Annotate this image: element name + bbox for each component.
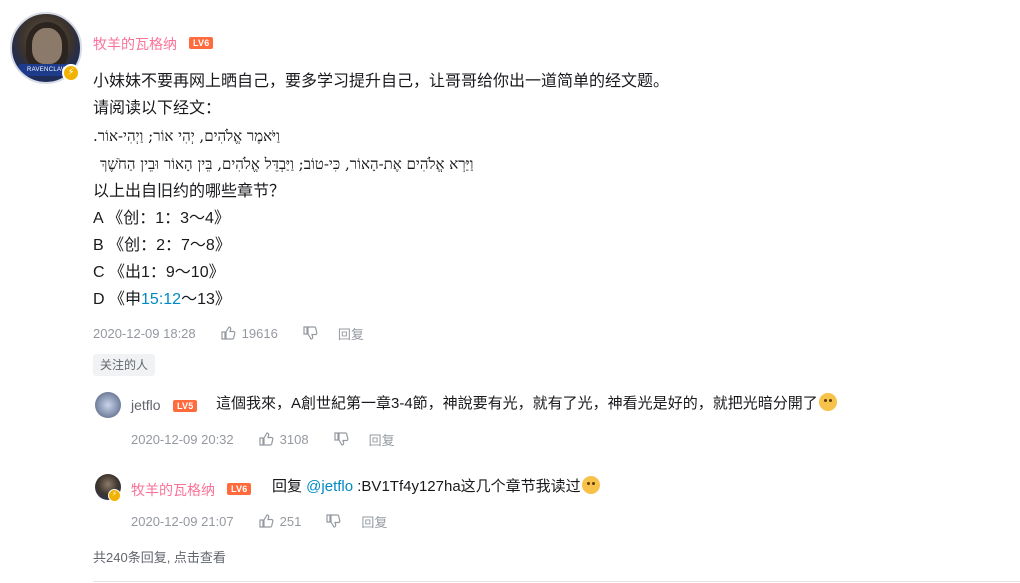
reply-2-time: 2020-12-09 21:07 [131,513,234,529]
main-meta-row: 2020-12-09 18:28 19616 回复 [93,324,364,342]
dislike-icon [303,326,318,340]
reply-2-reply-button[interactable]: 回复 [361,512,387,531]
like-icon [259,514,274,528]
reply-username-jetflo[interactable]: jetflo [131,397,161,413]
like-count: 19616 [241,325,278,341]
reply-1-meta-row: 2020-12-09 20:32 3108 回复 [131,430,395,448]
reply-avatar-jetflo[interactable] [95,392,121,418]
dislike-button[interactable] [302,325,318,341]
reply-1-like-button[interactable]: 3108 [258,431,309,447]
reply-text-2: :BV1Tf4y127ha这几个章节我读过 [353,478,581,495]
reply-2-meta-row: 2020-12-09 21:07 251 回复 [131,512,387,530]
lightning-badge-icon: ⚡ [108,489,121,502]
reply-2-like-button[interactable]: 251 [258,513,302,529]
reply-content-1: 這個我來，A創世紀第一章3-4節，神說要有光，就有了光，神看光是好的，就把光暗分… [216,393,837,415]
comment-question: 以上出自旧约的哪些章节？ [93,183,286,200]
reply-1-dislike-button[interactable] [333,431,349,447]
reply-2-dislike-button[interactable] [325,513,341,529]
reply-1-like-count: 3108 [279,431,309,447]
reply-1-reply-button[interactable]: 回复 [369,430,395,449]
hebrew-verse-1: וַיֹּאמֶר אֱלֹהִים, יְהִי אוֹר; וַיְהִי-… [93,127,280,145]
like-button[interactable]: 19616 [220,325,278,341]
reply-2-like-count: 251 [279,513,302,529]
reply-level-badge: LV6 [227,483,252,495]
option-d-suffix: ～13》 [181,291,231,308]
main-avatar[interactable]: RAVENCLAW ⚡ [10,12,82,84]
like-icon [221,326,236,340]
reply-button[interactable]: 回复 [338,324,364,343]
reply-prefix: 回复 [272,478,307,495]
mention-link[interactable]: @jetflo [306,478,353,495]
view-all-replies-link[interactable]: 共240条回复, 点击查看 [93,547,226,566]
option-d: D 《申15:12～13》 [93,288,231,312]
reply-username-owner[interactable]: 牧羊的瓦格纳 [131,480,215,500]
hebrew-verse-2: וַיַּרְא אֱלֹהִים אֶת-הָאוֹר, כִּי-טוֹב;… [100,155,474,173]
timestamp-link[interactable]: 15:12 [141,291,181,308]
comment-line-2: 请阅读以下经文： [93,100,222,117]
lightning-badge-icon: ⚡ [62,64,80,82]
reply-level-badge: LV5 [173,400,198,412]
level-badge: LV6 [189,37,214,49]
option-c: C 《出1：9～10》 [93,264,225,281]
follow-tag: 关注的人 [93,354,156,376]
reply-1-time: 2020-12-09 20:32 [131,431,234,447]
dislike-icon [333,432,349,446]
main-username[interactable]: 牧羊的瓦格纳 [93,34,177,54]
comment-line-1: 小妹妹不要再网上晒自己，要多学习提升自己，让哥哥给你出一道简单的经文题。 [93,73,670,90]
reply-text-1: 這個我來，A創世紀第一章3-4節，神說要有光，就有了光，神看光是好的，就把光暗分… [216,395,818,412]
cat-emoji-icon [581,476,600,494]
option-a: A 《创：1：3～4》 [93,210,230,227]
comment-time: 2020-12-09 18:28 [93,325,196,341]
option-b: B 《创：2：7～8》 [93,237,231,254]
cat-emoji-icon [818,393,837,411]
like-icon [259,432,274,446]
option-d-prefix: D 《申 [93,291,142,308]
reply-content-2: 回复 @jetflo :BV1Tf4y127ha这几个章节我读过 [272,476,600,498]
dislike-icon [326,514,341,528]
divider [93,581,1020,582]
